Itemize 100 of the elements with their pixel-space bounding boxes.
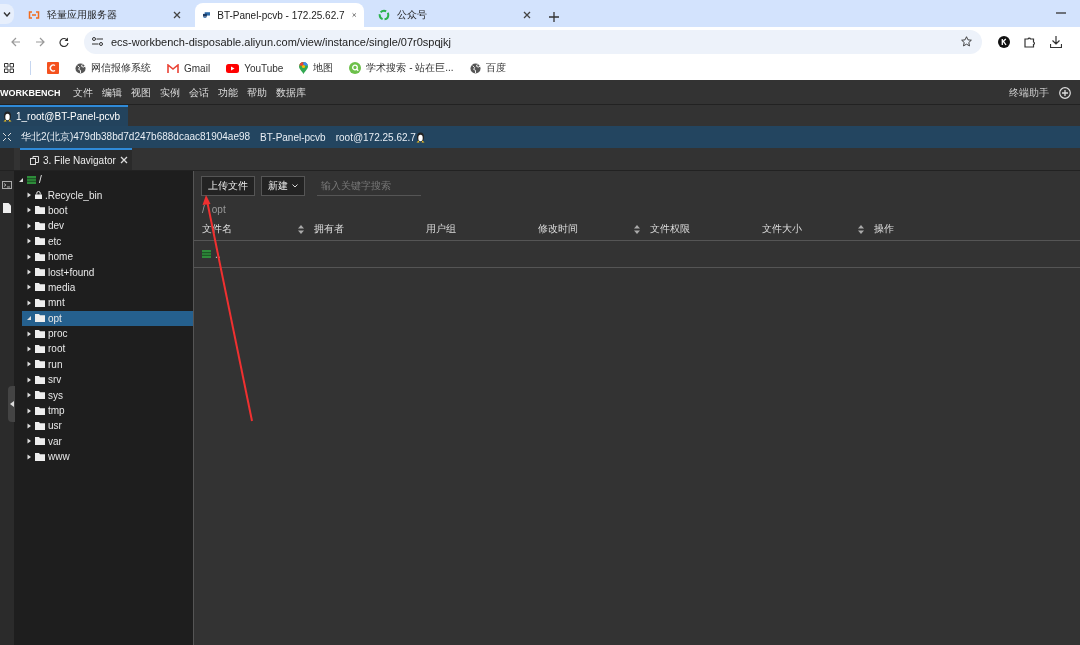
bookmark-link[interactable]: Gmail (184, 62, 211, 74)
play-icon (226, 63, 240, 73)
tree-label: home (48, 251, 73, 263)
collapsed-caret-icon[interactable] (26, 269, 32, 276)
tree-item[interactable]: mnt (22, 295, 193, 311)
menu-item[interactable]: 实例 (159, 86, 180, 100)
tree-item[interactable]: usr (22, 418, 193, 434)
tree-item[interactable]: proc (22, 325, 193, 342)
tree-item[interactable]: .Recycle_bin (22, 187, 193, 203)
sort-icon[interactable] (634, 224, 640, 234)
tree-item[interactable]: root (22, 341, 193, 357)
file-name[interactable]: .. (215, 248, 221, 260)
collapsed-caret-icon[interactable] (26, 407, 32, 414)
bookmark-link[interactable]: 网信报修系统 (91, 61, 151, 75)
tree-label: root (48, 343, 66, 355)
bookmark-link[interactable]: YouTube (244, 62, 284, 74)
collapsed-caret-icon[interactable] (26, 376, 32, 383)
tree-label: media (48, 281, 76, 293)
download-icon[interactable] (1050, 35, 1062, 48)
tree-item[interactable]: www (22, 449, 193, 465)
expanded-caret-icon[interactable] (18, 176, 24, 183)
reload-icon[interactable] (59, 36, 69, 47)
close-icon[interactable] (523, 11, 531, 19)
menu-item[interactable]: 功能 (217, 86, 238, 100)
collapsed-caret-icon[interactable] (26, 253, 32, 260)
forward-icon[interactable] (35, 36, 45, 47)
tree-item[interactable]: / (14, 172, 193, 188)
bookmark-link[interactable]: 地图 (313, 61, 334, 75)
column-header: 文件大小 (762, 222, 802, 236)
tree-item[interactable]: boot (22, 202, 193, 219)
collapsed-caret-icon[interactable] (26, 422, 32, 429)
fullscreen-icon[interactable] (3, 133, 11, 141)
apps-grid-icon[interactable] (4, 63, 14, 73)
bookmark-link[interactable]: 百度 (485, 61, 506, 75)
tree-label: mnt (48, 297, 65, 309)
tree-label: opt (48, 312, 62, 324)
tree-item[interactable]: etc (22, 233, 193, 249)
tree-item[interactable]: var (22, 433, 193, 450)
tree-label: var (48, 435, 62, 447)
map-pin-icon (299, 62, 309, 74)
collapsed-caret-icon[interactable] (26, 222, 32, 229)
session-tab[interactable]: 1_root@BT-Panel-pcvb (0, 105, 129, 126)
tree-label: dev (48, 220, 65, 232)
sort-icon[interactable] (298, 224, 304, 234)
collapsed-caret-icon[interactable] (26, 392, 32, 399)
menu-item[interactable]: 文件 (72, 86, 93, 100)
collapsed-caret-icon[interactable] (26, 284, 32, 291)
tree-item[interactable]: tmp (22, 402, 193, 419)
back-icon[interactable] (11, 36, 21, 47)
menu-item[interactable]: 帮助 (246, 86, 267, 100)
collapse-handle[interactable] (8, 386, 15, 422)
terminal-icon[interactable] (2, 181, 12, 189)
tree-item[interactable]: opt (22, 310, 193, 326)
collapsed-caret-icon[interactable] (26, 192, 32, 199)
add-circle-icon[interactable] (1059, 87, 1071, 99)
site-settings-icon[interactable] (92, 37, 103, 46)
collapsed-caret-icon[interactable] (26, 238, 32, 245)
menu-item[interactable]: 数据库 (275, 86, 306, 100)
cloud-logo-icon (28, 11, 40, 19)
menu-item[interactable]: 视图 (130, 86, 151, 100)
search-field[interactable]: 输入关键字搜索 (317, 176, 421, 196)
penguin-icon (3, 111, 12, 122)
new-tab-icon[interactable] (549, 12, 559, 22)
bookmark-link[interactable]: 学术搜索 - 站在巨... (366, 61, 454, 75)
menu-item[interactable]: 编辑 (101, 86, 122, 100)
collapsed-caret-icon[interactable] (26, 438, 32, 445)
tree-item[interactable]: run (22, 356, 193, 373)
tree-item[interactable]: home (22, 248, 193, 265)
collapsed-caret-icon[interactable] (26, 453, 32, 460)
sort-icon[interactable] (858, 224, 864, 234)
tree-item[interactable]: dev (22, 218, 193, 234)
dropdown-button[interactable]: 新建 (261, 176, 305, 196)
tab-list-button[interactable] (0, 4, 14, 24)
toolbar-button[interactable]: 上传文件 (201, 176, 255, 196)
assistant-link[interactable]: 终端助手 (1009, 86, 1049, 100)
menu-item[interactable]: 会话 (188, 86, 209, 100)
extension-badge-icon[interactable] (998, 35, 1010, 48)
address-bar[interactable]: ecs-workbench-disposable.aliyun.com/view/instance/single/07r0spqjkj (84, 29, 982, 54)
app-logo-icon[interactable] (47, 62, 59, 74)
tree-item[interactable]: lost+found (22, 264, 193, 280)
breadcrumb-item[interactable]: / (202, 204, 205, 218)
user-label: root@172.25.62.7 (335, 131, 416, 143)
puzzle-icon[interactable] (1024, 35, 1036, 48)
file-icon[interactable] (3, 203, 11, 213)
collapsed-caret-icon[interactable] (26, 207, 32, 214)
tree-item[interactable]: srv (22, 372, 193, 388)
column-header: 拥有者 (314, 222, 344, 236)
close-icon[interactable] (173, 11, 181, 19)
star-icon[interactable] (961, 36, 972, 47)
collapsed-caret-icon[interactable] (26, 361, 32, 368)
collapsed-caret-icon[interactable] (26, 346, 32, 352)
browser-tab[interactable]: 轻量应用服务器 (20, 3, 189, 27)
browser-tab[interactable]: BT-Panel-pcvb - 172.25.62.7 (195, 3, 364, 27)
browser-tab[interactable]: 公众号 (370, 3, 539, 27)
tree-item[interactable]: sys (22, 387, 193, 403)
collapsed-caret-icon[interactable] (26, 330, 32, 337)
collapsed-caret-icon[interactable] (26, 299, 32, 306)
panel-tab[interactable]: 3. File Navigator (20, 148, 132, 170)
breadcrumb-item[interactable]: opt (211, 204, 226, 218)
tree-item[interactable]: media (22, 279, 193, 296)
